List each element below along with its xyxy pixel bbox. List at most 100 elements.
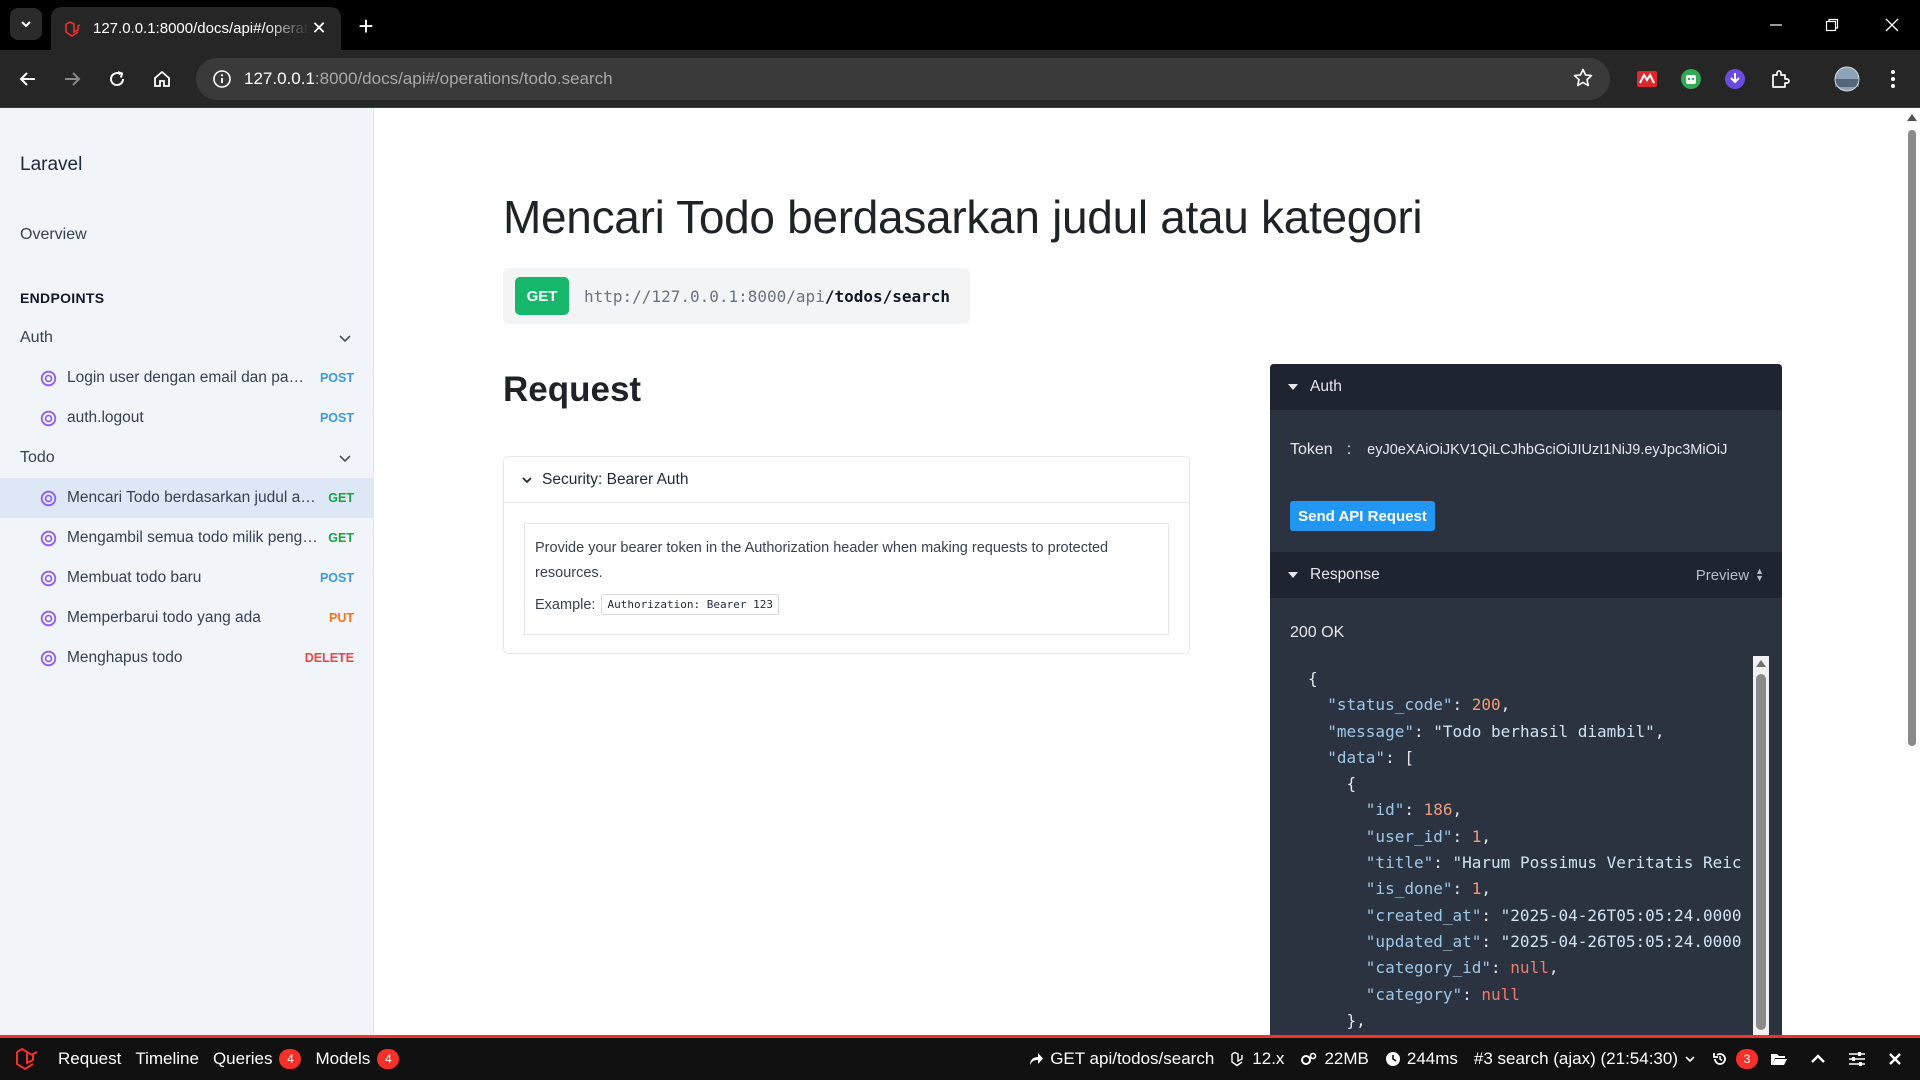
- security-description: Provide your bearer token in the Authori…: [535, 540, 1109, 581]
- scrollbar-thumb[interactable]: [1756, 674, 1766, 1030]
- sidebar-item-logout[interactable]: auth.logout POST: [0, 398, 374, 438]
- sidebar-item-todo-index[interactable]: Mengambil semua todo milik pengguna GET: [0, 518, 374, 558]
- security-description-box: Provide your bearer token in the Authori…: [524, 523, 1169, 635]
- token-label: Token: [1290, 441, 1333, 458]
- browser-tab-active[interactable]: 127.0.0.1:8000/docs/api#/operations/todo…: [51, 7, 341, 50]
- bookmark-star-icon[interactable]: [1572, 67, 1596, 91]
- count-badge: 3: [1736, 1049, 1758, 1069]
- chevron-down-icon: [339, 335, 351, 343]
- operation-circle-icon: [40, 530, 57, 546]
- request-heading: Request: [503, 370, 642, 409]
- method-badge: GET: [328, 531, 354, 545]
- token-input[interactable]: eyJ0eXAiOiJKV1QiLCJhbGciOiJIUzI1NiJ9.eyJ…: [1367, 442, 1747, 458]
- extension-purple-download-icon[interactable]: [1720, 64, 1750, 94]
- share-arrow-icon: [1030, 1053, 1044, 1065]
- operation-circle-icon: [40, 650, 57, 666]
- minimize-button[interactable]: [1748, 0, 1804, 50]
- page-title: Mencari Todo berdasarkan judul atau kate…: [503, 191, 1423, 243]
- response-scrollbar[interactable]: [1753, 656, 1769, 1035]
- browser-menu-icon[interactable]: [1878, 64, 1908, 94]
- clock-icon: [1385, 1052, 1400, 1066]
- response-label: Response: [1310, 566, 1380, 583]
- caret-down-icon: [1288, 572, 1298, 578]
- debugbar-history[interactable]: 3: [1712, 1049, 1758, 1069]
- back-button[interactable]: [12, 63, 44, 95]
- endpoint-url[interactable]: http://127.0.0.1:8000/api/todos/search: [584, 287, 950, 306]
- security-toggle[interactable]: Security: Bearer Auth: [504, 457, 1189, 503]
- sidebar-item-login[interactable]: Login user dengan email dan password POS…: [0, 358, 374, 398]
- sidebar-item-label: Menghapus todo: [67, 649, 183, 666]
- scroll-up-arrow-icon[interactable]: [1756, 660, 1766, 667]
- operation-circle-icon: [40, 410, 57, 426]
- auth-section-toggle[interactable]: Auth: [1270, 364, 1782, 410]
- extension-red-icon[interactable]: [1632, 64, 1662, 94]
- sidebar-group-label: Todo: [20, 449, 55, 466]
- sidebar-item-label: Memperbarui todo yang ada: [67, 609, 261, 626]
- count-badge: 4: [279, 1049, 302, 1069]
- sidebar-item-todo-search[interactable]: Mencari Todo berdasarkan judul atau kate…: [0, 478, 374, 518]
- address-bar[interactable]: 127.0.0.1:8000/docs/api#/operations/todo…: [196, 58, 1610, 100]
- tab-search-button[interactable]: [10, 8, 42, 40]
- sidebar-brand[interactable]: Laravel: [20, 154, 82, 176]
- scroll-up-arrow-icon[interactable]: [1907, 114, 1917, 121]
- browser-tabbar: 127.0.0.1:8000/docs/api#/operations/todo…: [0, 0, 1920, 50]
- method-badge: GET: [328, 491, 354, 505]
- debugbar-request-select[interactable]: #3 search (ajax) (21:54:30): [1474, 1049, 1696, 1069]
- debugbar-duration[interactable]: 244ms: [1385, 1049, 1458, 1069]
- chevron-down-icon: [522, 476, 532, 483]
- method-badge: GET: [515, 277, 569, 315]
- browser-toolbar: 127.0.0.1:8000/docs/api#/operations/todo…: [0, 50, 1920, 108]
- docs-page: Laravel Overview ENDPOINTS Auth Login us…: [0, 108, 1920, 1035]
- sidebar-item-label: auth.logout: [67, 409, 144, 426]
- sidebar-item-todo-delete[interactable]: Menghapus todo DELETE: [0, 638, 374, 678]
- operation-circle-icon: [40, 370, 57, 386]
- cogs-icon: [1301, 1052, 1317, 1065]
- try-it-panel: Auth Token : eyJ0eXAiOiJKV1QiLCJhbGciOiJ…: [1270, 364, 1782, 1035]
- scrollbar-thumb[interactable]: [1908, 130, 1916, 746]
- profile-avatar[interactable]: [1832, 64, 1862, 94]
- debugbar-tab-timeline[interactable]: Timeline: [135, 1049, 199, 1069]
- send-api-request-button[interactable]: Send API Request: [1290, 501, 1435, 531]
- debugbar-laravel-version[interactable]: 12.x: [1230, 1049, 1284, 1069]
- method-badge: PUT: [329, 611, 354, 625]
- sidebar: Laravel Overview ENDPOINTS Auth Login us…: [0, 108, 374, 1035]
- page-scrollbar[interactable]: [1903, 108, 1920, 1035]
- close-window-button[interactable]: [1864, 0, 1920, 50]
- settings-sliders-icon[interactable]: [1848, 1051, 1872, 1067]
- extension-green-robot-icon[interactable]: [1676, 64, 1706, 94]
- sidebar-item-overview[interactable]: Overview: [20, 226, 87, 244]
- chevron-down-icon: [1685, 1056, 1695, 1063]
- forward-button[interactable]: [56, 63, 88, 95]
- new-tab-button[interactable]: +: [352, 11, 380, 41]
- debugbar-tab-queries[interactable]: Queries 4: [213, 1049, 302, 1069]
- security-example: Example: Authorization: Bearer 123: [535, 594, 1158, 615]
- debugbar-tab-request[interactable]: Request: [58, 1049, 121, 1069]
- preview-select[interactable]: Preview ▲ ▼: [1696, 567, 1764, 584]
- laravel-logo-icon[interactable]: [14, 1046, 40, 1072]
- home-button[interactable]: [146, 63, 178, 95]
- restore-button[interactable]: [1804, 0, 1860, 50]
- debugbar-route[interactable]: GET api/todos/search: [1028, 1049, 1214, 1069]
- tab-title: 127.0.0.1:8000/docs/api#/operations/todo…: [93, 20, 309, 37]
- debugbar-memory[interactable]: 22MB: [1300, 1049, 1369, 1069]
- extensions-puzzle-icon[interactable]: [1765, 64, 1795, 94]
- laravel-favicon-icon: [63, 19, 83, 39]
- chevron-up-icon[interactable]: [1810, 1051, 1832, 1067]
- response-json: { "status_code": 200, "message": "Todo b…: [1308, 669, 1742, 1030]
- tab-close-button[interactable]: ✕: [309, 18, 329, 39]
- sidebar-item-todo-store[interactable]: Membuat todo baru POST: [0, 558, 374, 598]
- sidebar-item-todo-update[interactable]: Memperbarui todo yang ada PUT: [0, 598, 374, 638]
- sidebar-group-auth[interactable]: Auth: [20, 326, 360, 350]
- folder-open-icon[interactable]: [1770, 1051, 1794, 1067]
- site-info-icon[interactable]: [210, 67, 234, 91]
- sidebar-group-todo[interactable]: Todo: [20, 446, 360, 470]
- chevron-down-icon: [21, 21, 31, 28]
- response-body: { "status_code": 200, "message": "Todo b…: [1290, 656, 1769, 1035]
- method-badge: POST: [319, 571, 354, 585]
- reload-button[interactable]: [101, 63, 133, 95]
- sidebar-item-label: Mencari Todo berdasarkan judul atau kate…: [67, 489, 328, 506]
- example-code: Authorization: Bearer 123: [601, 594, 780, 615]
- debugbar-tab-models[interactable]: Models 4: [315, 1049, 400, 1069]
- close-icon[interactable]: [1888, 1052, 1908, 1066]
- response-section-toggle[interactable]: Response Preview ▲ ▼: [1270, 552, 1782, 598]
